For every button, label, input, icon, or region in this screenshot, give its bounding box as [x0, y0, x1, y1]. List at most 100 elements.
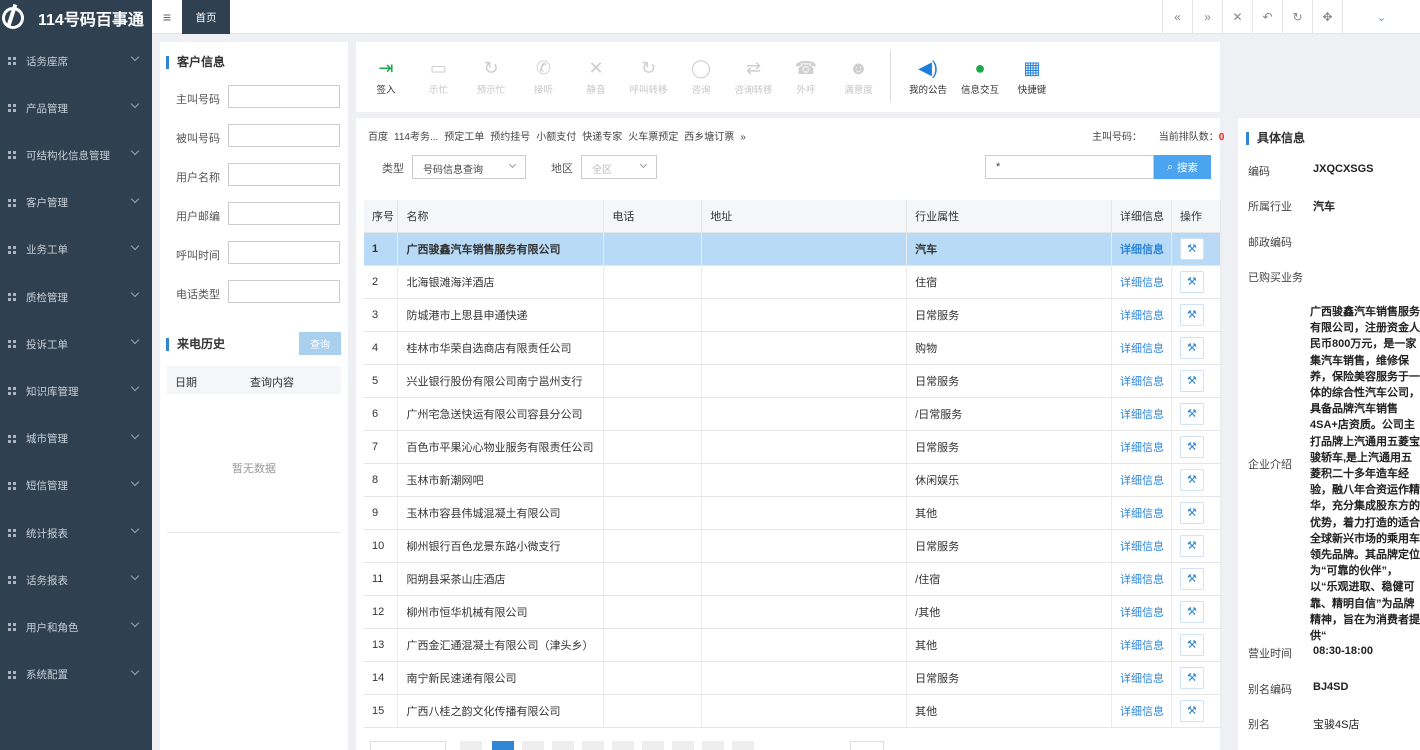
tool-button[interactable]: ☻ 满意度 [839, 56, 879, 97]
page-first[interactable] [460, 741, 482, 750]
quick-link[interactable]: 预约挂号 [490, 132, 530, 143]
wrench-icon[interactable]: ⚒ [1179, 303, 1204, 326]
quick-link[interactable]: 114考务... [394, 132, 438, 143]
detail-link[interactable]: 详细信息 [1111, 496, 1172, 530]
sidebar-item[interactable]: 知识库管理 [0, 376, 152, 406]
sidebar-item[interactable]: 产品管理 [0, 93, 152, 123]
wrench-icon[interactable]: ⚒ [1179, 534, 1204, 557]
quick-link[interactable]: 西乡塘订票 [684, 132, 734, 143]
wrench-icon[interactable]: ⚒ [1179, 600, 1204, 623]
wrench-icon[interactable]: ⚒ [1179, 468, 1204, 491]
quick-link[interactable]: » [740, 132, 746, 143]
wrench-icon[interactable]: ⚒ [1179, 336, 1204, 359]
detail-link[interactable]: 详细信息 [1111, 430, 1172, 464]
detail-link[interactable]: 详细信息 [1111, 298, 1172, 332]
customer-field-input[interactable] [228, 280, 340, 303]
page-item[interactable] [582, 741, 604, 750]
sidebar-item[interactable]: 统计报表 [0, 518, 152, 548]
table-row[interactable]: 9 玉林市容县伟城混凝土有限公司 其他 详细信息 ⚒ [364, 496, 1222, 530]
refresh-icon[interactable]: ↻ [1282, 0, 1312, 34]
sidebar-item[interactable]: 系统配置 [0, 660, 152, 690]
table-row[interactable]: 5 兴业银行股份有限公司南宁邕州支行 日常服务 详细信息 ⚒ [364, 364, 1222, 398]
table-row[interactable]: 11 阳朔县采茶山庄酒店/住宿 详细信息 ⚒ [364, 562, 1222, 596]
quick-link[interactable]: 百度 [368, 132, 388, 143]
page-item[interactable] [522, 741, 544, 750]
tab-options-chevron-down-icon[interactable]: ⌄ [1342, 0, 1420, 34]
detail-link[interactable]: 详细信息 [1111, 463, 1172, 497]
page-jump-input[interactable] [850, 741, 884, 750]
tool-button[interactable]: ✕ 静音 [576, 56, 616, 97]
detail-link[interactable]: 详细信息 [1111, 562, 1172, 596]
back-icon[interactable]: ↶ [1252, 0, 1282, 34]
page-size-select[interactable] [370, 741, 446, 750]
wrench-icon[interactable]: ⚒ [1179, 699, 1204, 722]
sidebar-item[interactable]: 客户管理 [0, 188, 152, 218]
sidebar-item[interactable]: 用户和角色 [0, 612, 152, 642]
tool-button[interactable]: ◯ 咨询 [681, 56, 721, 97]
tool-button[interactable]: ● 信息交互 [960, 56, 1000, 97]
page-item[interactable] [642, 741, 664, 750]
sidebar-item[interactable]: 质检管理 [0, 282, 152, 312]
detail-link[interactable]: 详细信息 [1111, 628, 1172, 662]
table-row[interactable]: 12 柳州市恒华机械有限公司/其他 详细信息 ⚒ [364, 595, 1222, 629]
table-row[interactable]: 15 广西八桂之韵文化传播有限公司 其他 详细信息 ⚒ [364, 694, 1222, 728]
sidebar-item[interactable]: 话务报表 [0, 565, 152, 595]
tool-button[interactable]: ▭ 示忙 [419, 56, 459, 97]
tool-button[interactable]: ▦ 快捷键 [1012, 56, 1052, 97]
menu-toggle-icon[interactable]: ≡ [152, 0, 182, 34]
page-item[interactable] [702, 741, 724, 750]
quick-link[interactable]: 预定工单 [444, 132, 484, 143]
detail-link[interactable]: 详细信息 [1111, 232, 1172, 266]
wrench-icon[interactable]: ⚒ [1179, 501, 1204, 524]
sidebar-item[interactable]: 短信管理 [0, 471, 152, 501]
detail-link[interactable]: 详细信息 [1111, 661, 1172, 695]
scroll-left-icon[interactable]: « [1162, 0, 1192, 34]
page-item[interactable] [672, 741, 694, 750]
tool-button[interactable]: ⇄ 咨询转移 [734, 56, 774, 97]
table-row[interactable]: 13 广西金汇通混凝土有限公司（津头乡） 其他 详细信息 ⚒ [364, 628, 1222, 662]
table-row[interactable]: 8 玉林市新潮网吧 休闲娱乐 详细信息 ⚒ [364, 463, 1222, 497]
tool-button[interactable]: ↻ 预示忙 [471, 56, 511, 97]
area-select[interactable]: 全区 [581, 155, 657, 179]
tool-button[interactable]: ↻ 呼叫转移 [629, 56, 669, 97]
detail-link[interactable]: 详细信息 [1111, 694, 1172, 728]
page-item[interactable] [732, 741, 754, 750]
quick-link[interactable]: 小额支付 [536, 132, 576, 143]
tool-button[interactable]: ✆ 接听 [524, 56, 564, 97]
close-tab-icon[interactable]: ✕ [1222, 0, 1252, 34]
sidebar-item[interactable]: 话务座席 [0, 46, 152, 76]
tool-button[interactable]: ◀) 我的公告 [908, 56, 948, 97]
quick-link[interactable]: 火车票预定 [628, 132, 678, 143]
wrench-icon[interactable]: ⚒ [1179, 567, 1204, 590]
wrench-icon[interactable]: ⚒ [1179, 402, 1204, 425]
customer-field-input[interactable] [228, 241, 340, 264]
detail-link[interactable]: 详细信息 [1111, 397, 1172, 431]
history-query-button[interactable]: 查询 [299, 332, 341, 355]
table-row[interactable]: 2 北海银滩海洋酒店 住宿 详细信息 ⚒ [364, 265, 1222, 299]
detail-link[interactable]: 详细信息 [1111, 364, 1172, 398]
customer-field-input[interactable] [228, 163, 340, 186]
tool-button[interactable]: ⇥ 签入 [366, 56, 406, 97]
customer-field-input[interactable] [228, 85, 340, 108]
search-input[interactable]: * [985, 155, 1154, 179]
detail-link[interactable]: 详细信息 [1111, 595, 1172, 629]
page-item[interactable] [552, 741, 574, 750]
table-row[interactable]: 10 柳州银行百色龙景东路小微支行 日常服务 详细信息 ⚒ [364, 529, 1222, 563]
detail-link[interactable]: 详细信息 [1111, 265, 1172, 299]
page-current[interactable] [492, 741, 514, 750]
type-select[interactable]: 号码信息查询 [412, 155, 526, 179]
table-row[interactable]: 14 南宁新民速递有限公司 日常服务 详细信息 ⚒ [364, 661, 1222, 695]
wrench-icon[interactable]: ⚒ [1179, 369, 1204, 392]
tab-home[interactable]: 首页 [182, 0, 230, 34]
table-row[interactable]: 6 广州宅急送快运有限公司容县分公司/日常服务 详细信息 ⚒ [364, 397, 1222, 431]
tool-button[interactable]: ☎ 外呼 [786, 56, 826, 97]
wrench-icon[interactable]: ⚒ [1179, 270, 1204, 293]
wrench-icon[interactable]: ⚒ [1179, 237, 1204, 260]
search-button[interactable]: ⌕ 搜索 [1154, 155, 1211, 179]
customer-field-input[interactable] [228, 124, 340, 147]
quick-link[interactable]: 快递专家 [582, 132, 622, 143]
table-row[interactable]: 7 百色市平果沁心物业服务有限责任公司 日常服务 详细信息 ⚒ [364, 430, 1222, 464]
table-row[interactable]: 4 桂林市华荣自选商店有限责任公司 购物 详细信息 ⚒ [364, 331, 1222, 365]
sidebar-item[interactable]: 业务工单 [0, 235, 152, 265]
scroll-right-icon[interactable]: » [1192, 0, 1222, 34]
